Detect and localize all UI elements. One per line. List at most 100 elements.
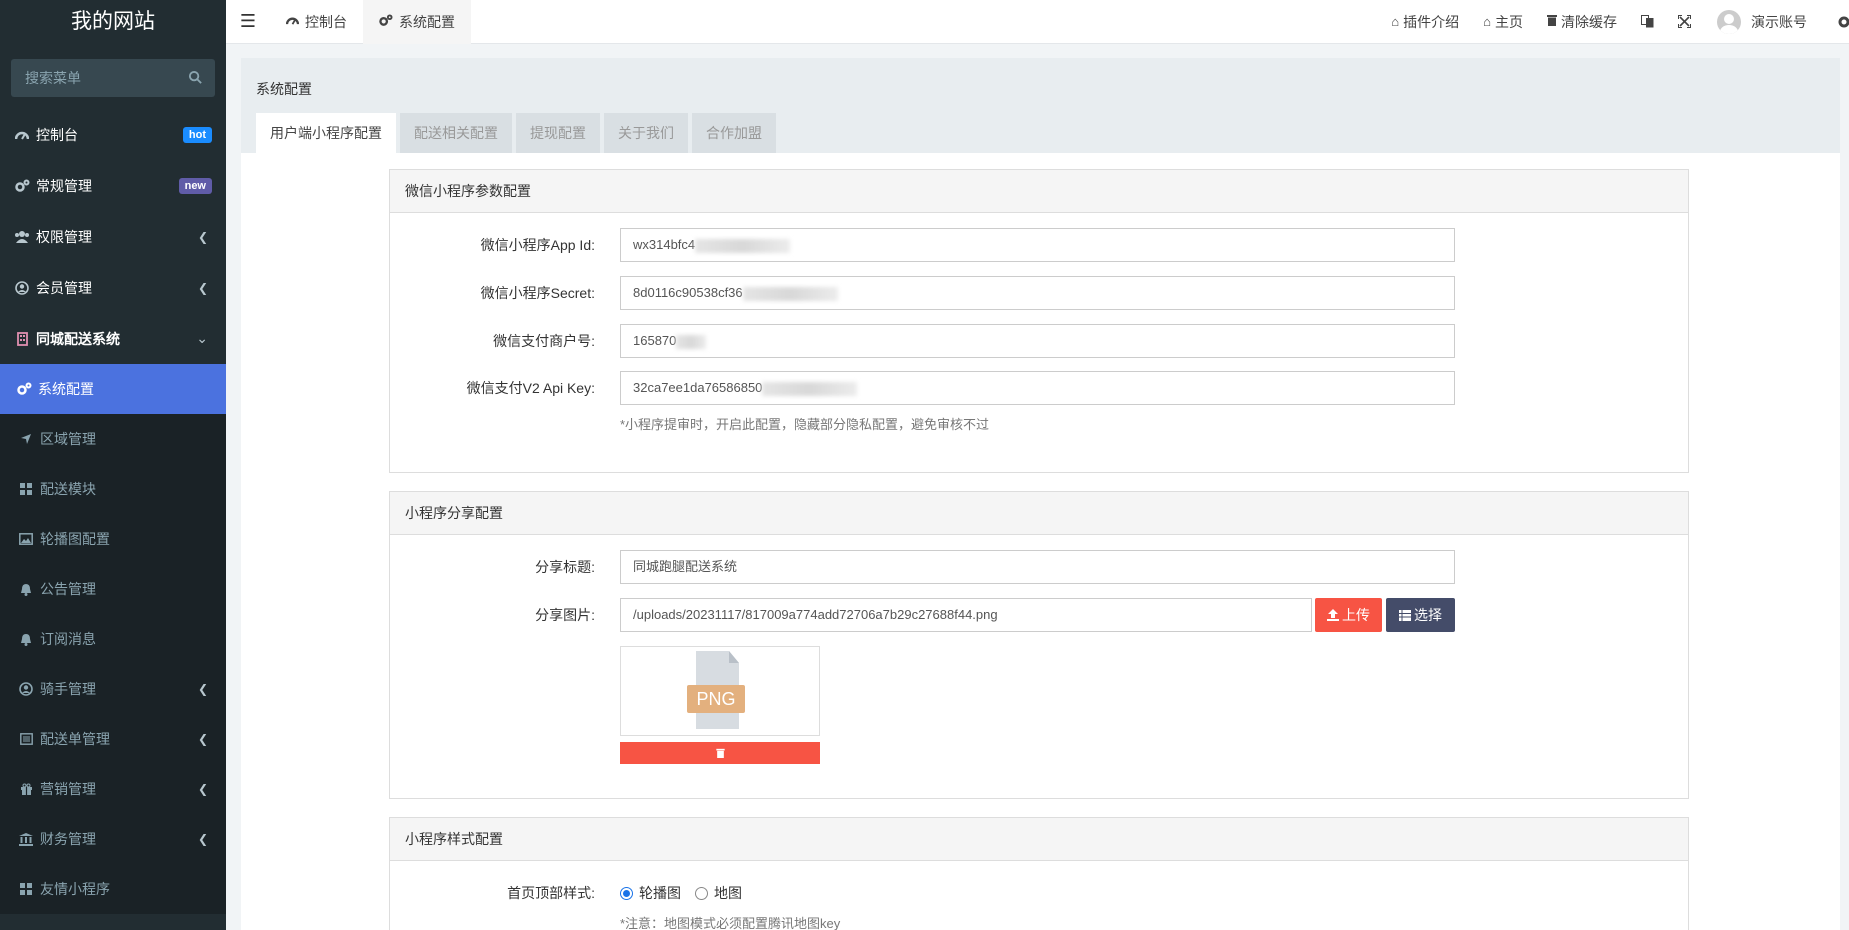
- cogs-icon: [16, 381, 32, 397]
- tab-withdraw[interactable]: 提现配置: [516, 113, 600, 153]
- sidebar-item-label: 轮播图配置: [40, 531, 110, 547]
- users-icon: [14, 229, 30, 245]
- bell-icon: [18, 581, 34, 597]
- grid-icon: [18, 881, 34, 897]
- sidebar-item-label: 同城配送系统: [36, 330, 120, 347]
- chevron-left-icon: ❮: [197, 732, 208, 746]
- image-preview[interactable]: PNG: [620, 646, 820, 736]
- mch-label: 微信支付商户号:: [493, 333, 595, 349]
- mch-row: 微信支付商户号: 165870: [390, 324, 1688, 358]
- sidebar-item-area[interactable]: 区域管理: [0, 414, 226, 464]
- sidebar-item-label: 订阅消息: [40, 631, 96, 647]
- bell-icon: [18, 631, 34, 647]
- tab-dashboard[interactable]: 控制台: [270, 0, 363, 44]
- upload-button[interactable]: 上传: [1315, 598, 1382, 632]
- redacted-mask: [695, 238, 791, 253]
- sidebar-item-system-config[interactable]: 系统配置: [0, 364, 226, 414]
- sidebar-item-banner[interactable]: 轮播图配置: [0, 514, 226, 564]
- menu-toggle-icon[interactable]: ☰: [226, 0, 270, 44]
- select-label: 选择: [1414, 607, 1442, 623]
- sidebar-item-marketing[interactable]: 营销管理 ❮: [0, 764, 226, 814]
- box-title: 微信小程序参数配置: [390, 170, 1688, 213]
- account-menu[interactable]: 演示账号: [1703, 0, 1819, 44]
- radio-banner[interactable]: 轮播图: [620, 883, 681, 903]
- tab-about[interactable]: 关于我们: [604, 113, 688, 153]
- list-icon: [1399, 609, 1411, 621]
- png-file-icon: PNG: [687, 651, 745, 729]
- sidebar-item-delivery-module[interactable]: 配送模块: [0, 464, 226, 514]
- sidebar-item-label: 系统配置: [38, 381, 94, 397]
- fullscreen-icon[interactable]: [1666, 0, 1703, 44]
- chevron-left-icon: ❮: [197, 782, 208, 796]
- tab-user-miniapp[interactable]: 用户端小程序配置: [256, 113, 396, 153]
- sidebar-item-dashboard[interactable]: 控制台 hot: [0, 109, 226, 160]
- menu-search-input[interactable]: [11, 59, 215, 97]
- sidebar-submenu: 系统配置 区域管理 配送模块 轮播图配置 公告管理 订阅消息 骑手管理 ❮ 配送…: [0, 364, 226, 914]
- sidebar-item-orders[interactable]: 配送单管理 ❮: [0, 714, 226, 764]
- tab-system-config[interactable]: 系统配置: [363, 0, 471, 44]
- tab-join[interactable]: 合作加盟: [692, 113, 776, 153]
- radio-map[interactable]: 地图: [695, 883, 742, 903]
- sidebar-item-label: 常规管理: [36, 177, 92, 194]
- image-icon: [18, 531, 34, 547]
- gift-icon: [18, 781, 34, 797]
- cogs-icon: [379, 13, 393, 30]
- mch-field[interactable]: 165870: [620, 324, 1455, 358]
- trash-icon: [1547, 14, 1557, 29]
- sidebar-item-label: 营销管理: [40, 781, 96, 797]
- sidebar-item-notice[interactable]: 公告管理: [0, 564, 226, 614]
- share-image-row: 分享图片: /uploads/20231117/817009a774add727…: [390, 598, 1688, 632]
- sidebar-item-rider[interactable]: 骑手管理 ❮: [0, 664, 226, 714]
- sidebar-item-finance[interactable]: 财务管理 ❮: [0, 814, 226, 864]
- user-circle-icon: [18, 681, 34, 697]
- style-hint: *注意：地图模式必须配置腾讯地图key: [620, 916, 841, 930]
- site-logo[interactable]: 我的网站: [0, 0, 226, 44]
- sidebar-item-subscribe[interactable]: 订阅消息: [0, 614, 226, 664]
- config-tabs: 用户端小程序配置 配送相关配置 提现配置 关于我们 合作加盟: [256, 113, 780, 153]
- share-image-label: 分享图片:: [535, 607, 595, 623]
- png-label: PNG: [696, 689, 735, 709]
- plugin-intro-label: 插件介绍: [1403, 13, 1460, 30]
- user-circle-icon: [14, 280, 30, 296]
- clear-cache-link[interactable]: 清除缓存: [1535, 0, 1629, 44]
- radio-map-label: 地图: [714, 885, 742, 901]
- secret-field[interactable]: 8d0116c90538cf36: [620, 276, 1455, 310]
- search-icon[interactable]: [188, 70, 203, 85]
- select-button[interactable]: 选择: [1386, 598, 1455, 632]
- header-style-options: 轮播图 地图: [620, 876, 756, 910]
- share-title-field[interactable]: 同城跑腿配送系统: [620, 550, 1455, 584]
- panel-heading: 系统配置 用户端小程序配置 配送相关配置 提现配置 关于我们 合作加盟: [241, 58, 1840, 153]
- main-content: 系统配置 用户端小程序配置 配送相关配置 提现配置 关于我们 合作加盟 微信小程…: [241, 58, 1840, 930]
- apikey-field[interactable]: 32ca7ee1da76586850: [620, 371, 1455, 405]
- plugin-intro-link[interactable]: ⌂ 插件介绍: [1379, 0, 1471, 44]
- sidebar-item-delivery-system[interactable]: 同城配送系统 ⌄: [0, 313, 226, 364]
- sidebar-item-member[interactable]: 会员管理 ❮: [0, 262, 226, 313]
- sidebar-item-friend-apps[interactable]: 友情小程序: [0, 864, 226, 914]
- share-title-row: 分享标题: 同城跑腿配送系统: [390, 550, 1688, 584]
- sidebar-item-permission[interactable]: 权限管理 ❮: [0, 211, 226, 262]
- sidebar: 我的网站 控制台 hot 常规管理 new 权限管理 ❮ 会员管理 ❮ 同城配送…: [0, 0, 226, 930]
- tab-delivery[interactable]: 配送相关配置: [400, 113, 512, 153]
- tab-label: 控制台: [305, 13, 347, 30]
- top-header: ☰ 控制台 系统配置 ⌂ 插件介绍 ⌂ 主页 清除缓存 演示账号: [226, 0, 1849, 44]
- apikey-row: 微信支付V2 Api Key: 32ca7ee1da76586850: [390, 371, 1688, 405]
- share-config-box: 小程序分享配置 分享标题: 同城跑腿配送系统 分享图片: /uploads/20…: [389, 491, 1689, 799]
- wechat-hint: *小程序提审时，开启此配置，隐藏部分隐私配置，避免审核不过: [620, 417, 990, 432]
- radio-dot: [695, 886, 708, 900]
- appid-value: wx314bfc4: [633, 237, 696, 252]
- redacted-mask: [676, 334, 707, 349]
- appid-field[interactable]: wx314bfc4: [620, 228, 1455, 262]
- language-icon[interactable]: [1629, 0, 1666, 44]
- settings-gear-icon[interactable]: [1819, 0, 1849, 44]
- upload-label: 上传: [1342, 607, 1370, 623]
- hot-badge: hot: [182, 126, 212, 143]
- apikey-label: 微信支付V2 Api Key:: [466, 380, 595, 396]
- share-image-field[interactable]: /uploads/20231117/817009a774add72706a7b2…: [620, 598, 1312, 632]
- grid-icon: [18, 481, 34, 497]
- sidebar-item-general[interactable]: 常规管理 new: [0, 160, 226, 211]
- dashboard-icon: [14, 127, 30, 143]
- home-link[interactable]: ⌂ 主页: [1471, 0, 1535, 44]
- chevron-left-icon: ❮: [197, 832, 208, 846]
- trash-icon: [715, 748, 725, 758]
- delete-image-button[interactable]: [620, 742, 820, 764]
